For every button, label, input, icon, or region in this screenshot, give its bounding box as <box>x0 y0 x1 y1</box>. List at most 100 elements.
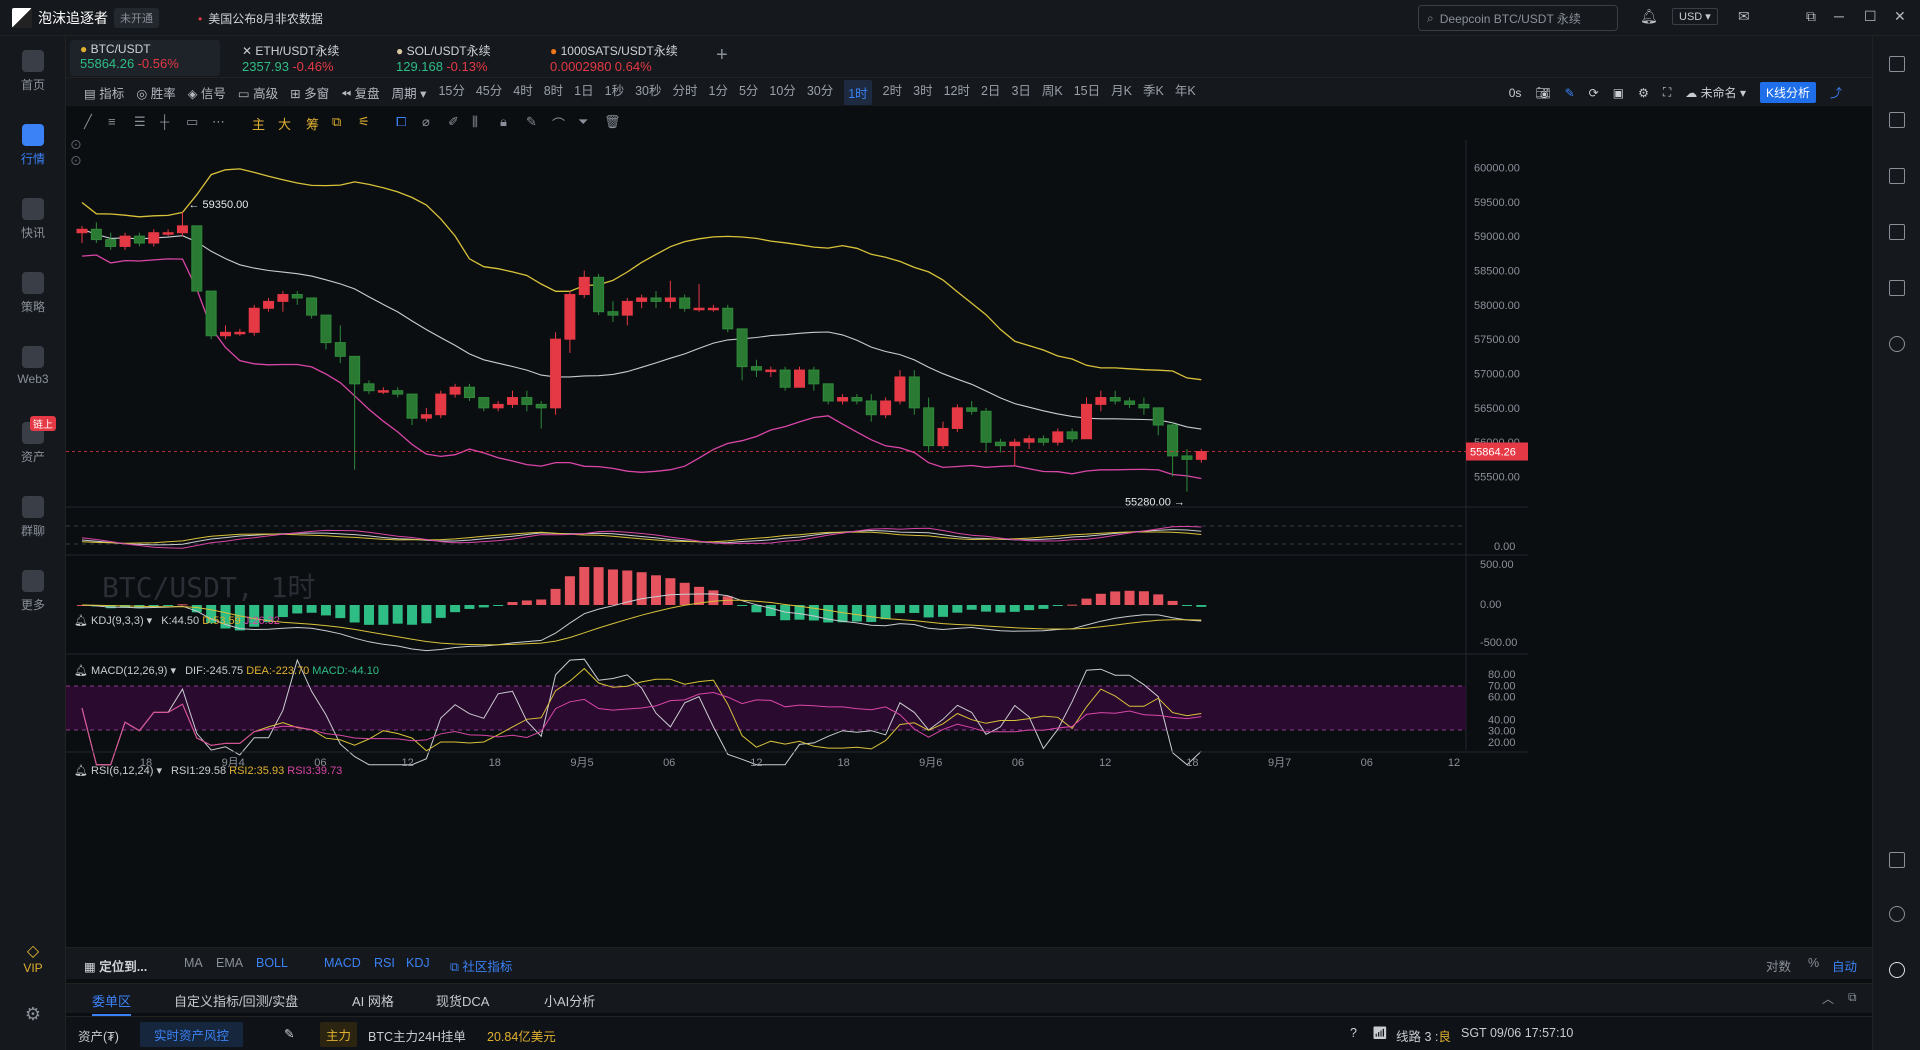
log-scale-toggle[interactable]: 对数 <box>1766 956 1791 975</box>
assistant-robot-icon[interactable] <box>1889 962 1905 978</box>
asset-label[interactable]: 资产(₮) <box>78 1026 119 1045</box>
signal-button[interactable]: ◈ 信号 <box>188 83 226 102</box>
interval-16[interactable]: 2日 <box>981 80 1000 105</box>
tab-sol[interactable]: ● SOL/USDT永续 129.168 -0.13% <box>386 40 536 76</box>
order-book-icon[interactable] <box>1889 56 1905 72</box>
percent-scale-toggle[interactable]: % <box>1808 956 1819 970</box>
interval-3[interactable]: 8时 <box>544 80 563 105</box>
parallel-lines-icon[interactable]: ≡ <box>108 114 116 129</box>
sidebar-item-home[interactable]: 首页 <box>0 50 66 93</box>
camera-icon[interactable]: 📷︎ <box>1535 86 1550 100</box>
interval-6[interactable]: 30秒 <box>635 80 661 105</box>
collapse-panel-icon[interactable]: ︿ <box>1822 990 1834 1007</box>
symbol-search[interactable]: ⌕ Deepcoin BTC/USDT 永续 <box>1418 5 1618 31</box>
collapse-chevron-icon[interactable]: ⊙ <box>70 136 82 153</box>
interval-11[interactable]: 30分 <box>807 80 833 105</box>
trend-icon[interactable] <box>1889 224 1905 240</box>
sync-icon[interactable]: ⟳ <box>1589 86 1599 100</box>
pen-icon[interactable]: ✎ <box>1565 86 1575 100</box>
interval-2[interactable]: 4时 <box>513 80 532 105</box>
sidebar-item-market[interactable]: 行情 <box>0 124 66 167</box>
interval-12[interactable]: 1时 <box>844 79 872 105</box>
currency-select[interactable]: USD ▾ <box>1672 8 1718 25</box>
big-order-button[interactable]: 大 <box>278 114 291 133</box>
vip-button[interactable]: ◇ VIP <box>0 941 66 975</box>
auto-scale-toggle[interactable]: 自动 <box>1832 956 1857 975</box>
fib-lines-icon[interactable]: ☰ <box>134 114 146 130</box>
rsi-header[interactable]: 🔔︎ RSI(6,12,24) ▾ RSI1:29.58 RSI2:35.93 … <box>74 764 342 777</box>
interval-19[interactable]: 15日 <box>1074 80 1100 105</box>
kdj-header[interactable]: 🔔︎ KDJ(9,3,3) ▾ K:44.50 D:53.59 J:26.32 <box>74 614 280 627</box>
image-icon[interactable]: ▣ <box>1613 86 1624 100</box>
layout-name-dropdown[interactable]: ☁︎ 未命名 ▾ <box>1685 84 1746 101</box>
maximize-icon[interactable]: ☐ <box>1864 8 1877 25</box>
eraser-icon[interactable]: ⌀ <box>422 114 430 130</box>
interval-9[interactable]: 5分 <box>739 80 758 105</box>
interval-7[interactable]: 分时 <box>672 80 697 105</box>
interval-13[interactable]: 2时 <box>883 80 902 105</box>
multi-window-button[interactable]: ⊞ 多窗 <box>290 83 329 102</box>
sidebar-item-news[interactable]: 快讯 <box>0 198 66 241</box>
mail-icon[interactable]: ✉︎ <box>1738 8 1750 25</box>
line-status[interactable]: 线路 3 :良 <box>1396 1026 1451 1045</box>
replay-button[interactable]: ⏪︎ 复盘 <box>341 83 380 102</box>
candle-tool-icon[interactable]: ⫼ <box>472 114 478 130</box>
advanced-button[interactable]: ▭ 高级 <box>238 83 278 102</box>
layout-icon[interactable] <box>1889 852 1905 868</box>
locate-button[interactable]: ▦ 定位到... <box>84 956 147 975</box>
indicator-ema[interactable]: EMA <box>216 956 243 970</box>
trend-line-icon[interactable]: ╱ <box>84 114 92 130</box>
tab-eth[interactable]: ✕ ETH/USDT永续 2357.93 -0.46% <box>232 40 382 76</box>
settings-icon[interactable]: ⚙︎ <box>1638 86 1649 100</box>
indicator-button[interactable]: ▤ 指标 <box>84 83 124 102</box>
document-icon[interactable] <box>1889 112 1905 128</box>
expand-chevron-icon[interactable]: ⊙ <box>70 152 82 169</box>
pattern-icon[interactable]: ⧉ <box>332 114 341 130</box>
exchange-icon[interactable] <box>1889 336 1905 352</box>
sidebar-item-more[interactable]: 更多 <box>0 570 66 613</box>
interval-14[interactable]: 3时 <box>913 80 932 105</box>
tab-sats[interactable]: ● 1000SATS/USDT永续 0.0002980 0.64% <box>540 40 690 76</box>
tab-orders[interactable]: 委单区 <box>92 991 132 1016</box>
copy-draw-icon[interactable]: ⧠ <box>396 114 406 130</box>
main-force-button[interactable]: 主 <box>252 114 265 133</box>
ruler-icon[interactable]: ⚟ <box>358 114 370 130</box>
stats-icon[interactable] <box>1889 280 1905 296</box>
candlestick-chart[interactable]: 60000.00 59500.00 59000.00 58500.00 58000.00… <box>66 140 1872 940</box>
macd-header[interactable]: 🔔︎ MACD(12,26,9) ▾ DIF:-245.75 DEA:-223.… <box>74 664 379 677</box>
interval-5[interactable]: 1秒 <box>605 80 624 105</box>
news-ticker[interactable]: 美国公布8月非农数据 <box>198 10 323 27</box>
settings-gear-icon[interactable]: ⚙︎ <box>0 1004 66 1025</box>
rectangle-icon[interactable]: ▭ <box>186 114 198 130</box>
horizontal-line-icon[interactable]: ┼ <box>160 114 169 129</box>
close-icon[interactable]: ✕ <box>1894 8 1906 25</box>
filter-icon[interactable]: ⏷ <box>578 114 588 130</box>
tab-btc[interactable]: ● BTC/USDT 55864.26 -0.56% <box>70 40 220 76</box>
brush-icon[interactable]: ✐ <box>448 114 459 130</box>
indicator-macd[interactable]: MACD <box>324 956 361 970</box>
add-tab-icon[interactable]: + <box>716 44 728 67</box>
interval-0[interactable]: 15分 <box>438 80 464 105</box>
interval-18[interactable]: 周K <box>1042 80 1063 105</box>
win-rate-button[interactable]: ◎ 胜率 <box>136 83 175 102</box>
fullscreen-icon[interactable]: ⛶ <box>1663 85 1671 100</box>
close-tab-icon[interactable]: ✕ <box>242 44 252 58</box>
popout-panel-icon[interactable]: ⧉ <box>1848 990 1857 1005</box>
help-icon[interactable]: ? <box>1350 1026 1357 1040</box>
trash-icon[interactable]: 🗑︎ <box>604 114 621 130</box>
tab-ai-analysis[interactable]: 小AI分析 <box>544 991 595 1010</box>
copy-icon[interactable] <box>1889 168 1905 184</box>
chips-button[interactable]: 筹 <box>306 114 319 133</box>
app-logo[interactable]: 泡沫追逐者 未开通 <box>12 8 159 28</box>
sidebar-item-web3[interactable]: Web3 <box>0 346 66 386</box>
headset-icon[interactable] <box>1889 906 1905 922</box>
indicator-kdj[interactable]: KDJ <box>406 956 430 970</box>
interval-1[interactable]: 45分 <box>476 80 502 105</box>
interval-10[interactable]: 10分 <box>769 80 795 105</box>
tab-spot-dca[interactable]: 现货DCA <box>436 991 489 1010</box>
status-pill[interactable]: 未开通 <box>114 8 159 28</box>
sidebar-item-chat[interactable]: 群聊 <box>0 496 66 539</box>
community-indicator-button[interactable]: ⧉ 社区指标 <box>450 956 512 975</box>
indicator-ma[interactable]: MA <box>184 956 203 970</box>
interval-17[interactable]: 3日 <box>1011 80 1030 105</box>
